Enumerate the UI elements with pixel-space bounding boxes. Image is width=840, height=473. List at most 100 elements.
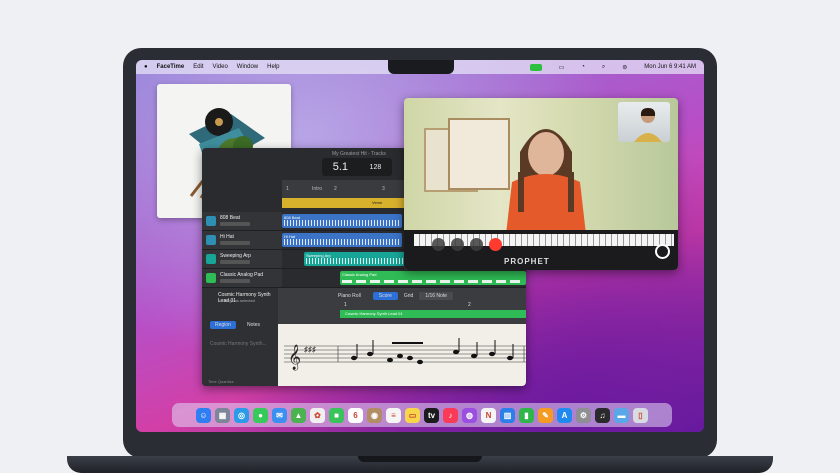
facetime-icon[interactable]: ■ [329,407,344,423]
messages-icon[interactable]: ● [253,407,268,423]
mail-icon[interactable]: ✉ [272,407,287,423]
score-region-label: Cosmic Harmony Synth Lead 01 [345,311,403,316]
menu-edit[interactable]: Edit [193,64,203,70]
editor-ghost-name: Cosmic Harmony Synth... [210,341,267,347]
garageband-icon[interactable]: ♫ [595,407,610,423]
capture-photo-button[interactable] [655,244,670,259]
photos-icon[interactable]: ✿ [310,407,325,423]
track-header[interactable]: 808 Beat [202,212,282,230]
tab-notes[interactable]: Notes [242,321,265,329]
track-row[interactable]: Classic Analog Pad Classic Analog Pad [202,269,526,288]
screen-share-button[interactable] [470,238,483,251]
call-controls [432,238,502,251]
ruler-mark: 3 [382,186,385,192]
track-name: 808 Beat [220,215,241,221]
self-view-video [634,108,662,142]
keyboard-icon [206,273,216,283]
volume-slider[interactable] [220,222,250,226]
self-view[interactable] [618,102,670,142]
laptop-base-notch [358,456,482,462]
podcasts-icon[interactable]: ◍ [462,407,477,423]
grid-select[interactable]: 1/16 Note [419,292,453,300]
track-header[interactable]: Hi Hat [202,231,282,249]
menu-window[interactable]: Window [237,64,258,70]
menu-video[interactable]: Video [213,64,228,70]
synth-icon [206,254,216,264]
arrangement-label: Verse [372,200,383,205]
track-region[interactable]: 808 Beat [282,214,402,228]
safari-icon[interactable]: ◎ [234,407,249,423]
maps-icon[interactable]: ▲ [291,407,306,423]
region-label: Classic Analog Pad [342,272,377,277]
music-icon[interactable]: ♪ [443,407,458,423]
track-name: Classic Analog Pad [220,272,264,278]
appletv-icon[interactable]: tv [424,407,439,423]
video-button[interactable] [451,238,464,251]
control-center-icon[interactable]: ⊜ [622,64,627,71]
notes-icon[interactable]: ▭ [405,407,420,423]
ruler-mark: 2 [334,186,337,192]
search-icon[interactable]: ⌕ [602,64,605,71]
hihat-icon [206,235,216,245]
track-name: Sweeping Arp [220,253,251,259]
track-header[interactable]: Classic Analog Pad [202,269,282,287]
volume-slider[interactable] [220,260,250,264]
calendar-icon[interactable]: 6 [348,407,363,423]
volume-slider[interactable] [220,241,250,245]
measure-2: 2 [468,302,471,308]
track-region[interactable]: Classic Analog Pad [340,271,526,285]
end-call-button[interactable] [489,238,502,251]
facetime-window[interactable]: PROPHET [404,98,678,270]
track-region[interactable]: Hi Hat [282,233,402,247]
midi-notes [342,280,524,283]
waveform [284,239,400,245]
editor-toolbar: Piano Roll Score Grid 1/16 Note [332,292,453,300]
lcd-display: 5.1 128 [322,158,392,176]
waveform [284,220,400,226]
trash-icon[interactable]: ▯ [633,407,648,423]
tab-region[interactable]: Region [210,321,236,329]
camera-in-use-icon[interactable] [529,63,542,71]
track-header[interactable]: Sweeping Arp [202,250,282,268]
menu-help[interactable]: Help [267,64,279,70]
svg-text:♯♯♯: ♯♯♯ [304,345,316,354]
finder-icon[interactable]: ☺ [196,407,211,423]
track-name: Hi Hat [220,234,234,240]
contacts-icon[interactable]: ◉ [367,407,382,423]
settings-icon[interactable]: ⚙ [576,407,591,423]
folder-icon[interactable]: ▬ [614,407,629,423]
battery-icon[interactable]: ▭ [559,64,565,71]
apple-menu-icon[interactable]: ● [144,64,148,70]
sheet-music: 𝄞 ♯♯♯ [278,324,526,386]
volume-slider[interactable] [220,279,250,283]
numbers-icon[interactable]: ▮ [519,407,534,423]
score-editor: Cosmic Harmony Synth Lead 01 No Regions … [202,288,526,386]
keyboard-brand: PROPHET [504,257,550,266]
news-icon[interactable]: N [481,407,496,423]
dock: ☺ ▦ ◎ ● ✉ ▲ ✿ ■ 6 ◉ ≡ ▭ tv ♪ ◍ N ▥ ▮ ✎ A ⚙ ♫ ▬ ▯ [172,403,672,427]
reminders-icon[interactable]: ≡ [386,407,401,423]
score-region-bar[interactable]: Cosmic Harmony Synth Lead 01 [340,310,526,318]
menu-app-name[interactable]: FaceTime [157,64,185,70]
clock[interactable]: Mon Jun 6 9:41 AM [644,64,696,70]
camera-notch [388,60,454,74]
pages-icon[interactable]: ✎ [538,407,553,423]
status-area: ▭ ◔ ⌕ ⊜ Mon Jun 6 9:41 AM [529,60,696,74]
mic-button[interactable] [432,238,445,251]
window-title: My Greatest Hit - Tracks [332,151,386,157]
launchpad-icon[interactable]: ▦ [215,407,230,423]
measure-1: 1 [344,302,347,308]
inspector-panel: Cosmic Harmony Synth Lead 01 No Regions … [202,288,278,386]
ruler-mark: 1 [286,186,289,192]
svg-text:𝄞: 𝄞 [288,344,301,370]
drum-icon [206,216,216,226]
screen: ● FaceTime Edit Video Window Help ▭ ◔ ⌕ … [136,60,704,432]
piano-roll-button[interactable]: Piano Roll [332,292,367,300]
editor-subtitle: No Regions selected [218,298,255,303]
wifi-icon[interactable]: ◔ [581,64,585,70]
ruler-label: Intro [312,186,323,192]
score-button[interactable]: Score [372,292,398,300]
time-quantize-label: Time Quantize [208,379,234,384]
appstore-icon[interactable]: A [557,407,572,423]
keynote-icon[interactable]: ▥ [500,407,515,423]
